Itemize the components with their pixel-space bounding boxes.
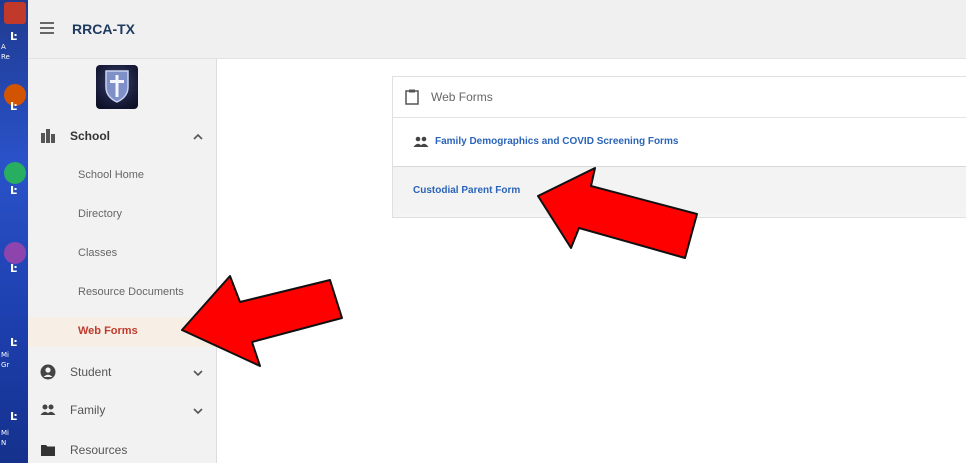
desktop-icon-label: N	[1, 439, 7, 447]
desktop-app-icon[interactable]	[4, 2, 26, 24]
annotation-arrow	[537, 167, 698, 259]
desktop-shortcut-icon[interactable]: Ŀ	[10, 262, 17, 275]
desktop-icon-label: Re	[1, 53, 10, 61]
folder-icon	[41, 445, 55, 456]
web-forms-card-header: Web Forms	[393, 77, 966, 118]
form-link[interactable]: Family Demographics and COVID Screening …	[435, 136, 678, 147]
building-icon	[41, 129, 55, 143]
form-link[interactable]: Custodial Parent Form	[413, 185, 520, 196]
sidebar-item-label: Student	[70, 365, 112, 379]
sidebar-item-school-home[interactable]: School Home	[28, 161, 216, 191]
people-icon	[40, 404, 56, 415]
sidebar-item-label: School	[70, 129, 111, 143]
desktop-shortcut-icon[interactable]: Ŀ	[10, 184, 17, 197]
chevron-up-icon[interactable]	[192, 131, 204, 143]
sidebar-item-resources[interactable]: Resources	[28, 433, 216, 469]
desktop-icon-label: A	[1, 43, 6, 51]
chevron-down-icon[interactable]	[192, 405, 204, 417]
desktop-icon-label: Mi	[1, 429, 9, 437]
sidebar-item-label: Web Forms	[78, 325, 138, 337]
menu-icon[interactable]	[40, 22, 54, 36]
sidebar-item-classes[interactable]: Classes	[28, 239, 216, 269]
sidebar: School School Home Directory Classes Res…	[28, 59, 217, 463]
desktop-background: Ŀ A Re Ŀ Ŀ Ŀ Ŀ Mi Gr Ŀ Mi N	[0, 0, 28, 463]
sidebar-item-family[interactable]: Family	[28, 393, 216, 429]
desktop-shortcut-icon[interactable]: Ŀ	[10, 336, 17, 349]
sidebar-item-label: School Home	[78, 169, 145, 181]
desktop-app-icon[interactable]	[4, 242, 26, 264]
sidebar-item-label: Classes	[78, 247, 118, 259]
desktop-shortcut-icon[interactable]: Ŀ	[10, 410, 17, 423]
desktop-icon-label: Mi	[1, 351, 9, 359]
sidebar-item-label: Resource Documents	[78, 286, 184, 298]
annotation-arrow	[181, 275, 343, 367]
sidebar-item-label: Directory	[78, 208, 123, 220]
sidebar-item-label: Family	[70, 403, 106, 417]
app-title: RRCA-TX	[72, 21, 135, 37]
sidebar-item-directory[interactable]: Directory	[28, 200, 216, 230]
clipboard-icon	[405, 89, 419, 105]
sidebar-item-school[interactable]: School	[28, 119, 216, 155]
desktop-icon-label: Gr	[1, 361, 10, 369]
desktop-shortcut-icon[interactable]: Ŀ	[10, 100, 17, 113]
top-app-bar: RRCA-TX	[28, 0, 966, 59]
desktop-app-icon[interactable]	[4, 162, 26, 184]
person-icon	[40, 364, 56, 380]
form-row[interactable]: Family Demographics and COVID Screening …	[393, 118, 966, 167]
app-window: RRCA-TX School School Home Directory Cla…	[28, 0, 966, 463]
sidebar-item-label: Resources	[70, 443, 128, 457]
card-title: Web Forms	[431, 90, 493, 104]
school-logo	[96, 65, 138, 109]
desktop-shortcut-icon[interactable]: Ŀ	[10, 30, 17, 43]
people-icon	[413, 136, 429, 147]
